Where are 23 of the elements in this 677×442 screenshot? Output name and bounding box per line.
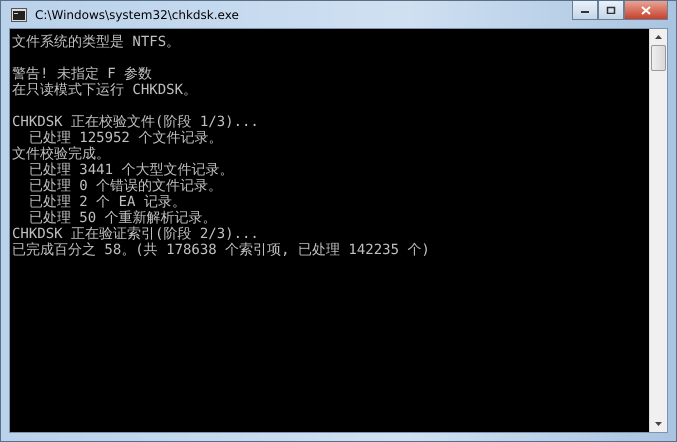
console-line: 已处理 2 个 EA 记录。 bbox=[28, 194, 187, 210]
console-line: 文件校验完成。 bbox=[12, 146, 111, 162]
console-line: CHKDSK 正在校验文件(阶段 1/3)... bbox=[12, 114, 260, 130]
minimize-button[interactable] bbox=[572, 1, 598, 20]
maximize-button[interactable] bbox=[598, 1, 624, 20]
console-line: 已处理 125952 个文件记录。 bbox=[28, 130, 224, 146]
scrollbar-thumb[interactable] bbox=[651, 45, 666, 71]
close-button[interactable] bbox=[624, 1, 668, 20]
console-icon bbox=[11, 8, 27, 22]
scroll-down-icon bbox=[655, 422, 662, 426]
console-line: 文件系统的类型是 NTFS。 bbox=[12, 34, 182, 50]
console-line: 在只读模式下运行 CHKDSK。 bbox=[12, 82, 198, 98]
scroll-up-icon bbox=[655, 35, 662, 39]
console-line: 已处理 50 个重新解析记录。 bbox=[28, 210, 218, 226]
close-icon bbox=[641, 6, 651, 14]
window-title: C:\Windows\system32\chkdsk.exe bbox=[35, 8, 239, 22]
vertical-scrollbar[interactable] bbox=[649, 29, 667, 432]
maximize-icon bbox=[606, 6, 616, 14]
console-line: 已处理 0 个错误的文件记录。 bbox=[28, 178, 224, 194]
console-line: CHKDSK 正在验证索引(阶段 2/3)... bbox=[12, 226, 260, 242]
console-line: 已完成百分之 58。(共 178638 个索引项, 已处理 142235 个) bbox=[12, 242, 431, 258]
console-line: 已处理 3441 个大型文件记录。 bbox=[28, 162, 234, 178]
console-line: 警告! 未指定 F 参数 bbox=[12, 66, 154, 82]
